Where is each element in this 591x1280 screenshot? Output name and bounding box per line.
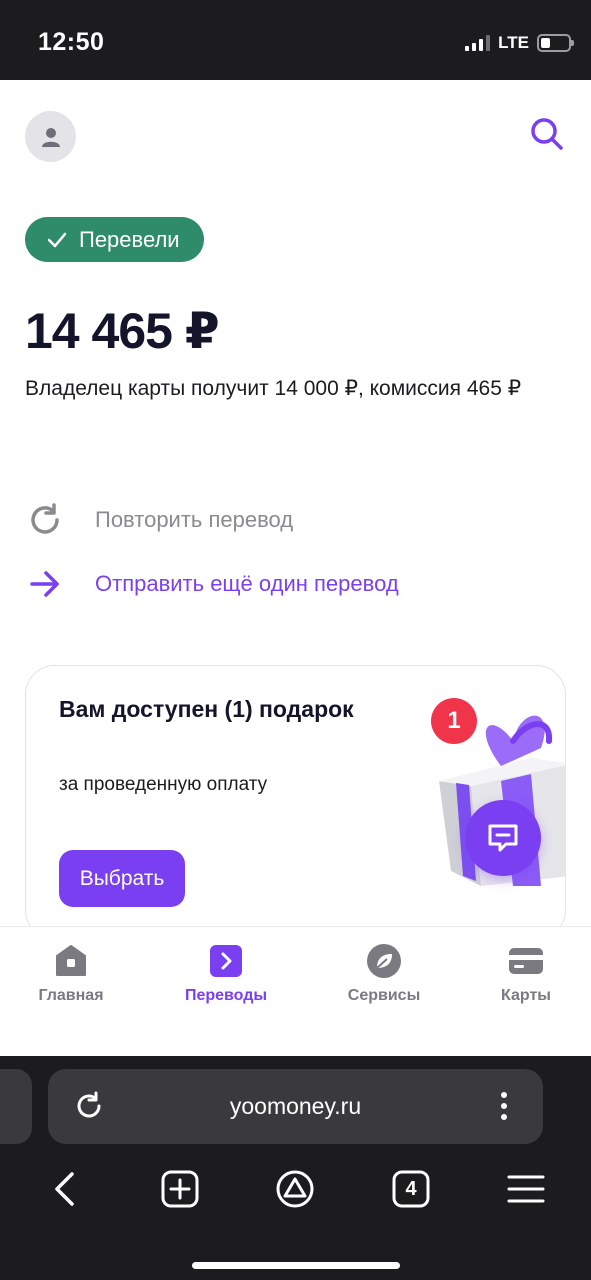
previous-tab-preview[interactable] [0, 1069, 32, 1144]
status-bar: 12:50 LTE [0, 0, 591, 80]
back-icon[interactable] [39, 1164, 89, 1214]
bottom-tab-bar: Главная Переводы Сервисы Карты [0, 926, 591, 1056]
status-text: Перевели [79, 226, 180, 252]
gift-card: Вам доступен (1) подарок за проведенную … [25, 665, 566, 940]
battery-icon [537, 34, 574, 52]
refresh-icon [25, 500, 65, 540]
send-another-transfer-label: Отправить ещё один перевод [95, 571, 399, 596]
choose-gift-button[interactable]: Выбрать [59, 850, 185, 907]
tab-transfers-label: Переводы [184, 987, 268, 1004]
tabs-count-button[interactable]: 4 [386, 1164, 436, 1214]
tab-home-label: Главная [38, 987, 104, 1004]
gift-title: Вам доступен (1) подарок [59, 696, 354, 722]
gift-count-badge: 1 [431, 698, 477, 744]
status-badge: Перевели [25, 217, 204, 262]
address-bar[interactable]: yoomoney.ru [48, 1069, 543, 1144]
tab-transfers[interactable]: Переводы [166, 941, 286, 1005]
tabs-count: 4 [405, 1177, 417, 1200]
tab-services[interactable]: Сервисы [324, 941, 444, 1005]
tab-home[interactable]: Главная [11, 941, 131, 1005]
arrow-right-icon [25, 564, 65, 604]
home-indicator [192, 1262, 400, 1269]
browser-toolbar: yoomoney.ru 4 [0, 1056, 591, 1280]
amount-description: Владелец карты получит 14 000 ₽, комисси… [25, 377, 522, 400]
chat-icon [488, 824, 518, 852]
tab-cards-label: Карты [501, 987, 551, 1004]
repeat-transfer-label: Повторить перевод [95, 507, 294, 532]
services-icon [364, 941, 404, 981]
signal-icon [465, 35, 491, 51]
send-another-transfer-button[interactable]: Отправить ещё один перевод [25, 564, 399, 604]
search-icon[interactable] [527, 114, 567, 154]
tab-cards[interactable]: Карты [466, 941, 586, 1005]
gift-subtitle: за проведенную оплату [59, 774, 268, 795]
tab-services-label: Сервисы [347, 987, 421, 1004]
chat-button[interactable] [465, 800, 541, 876]
transfer-amount: 14 465 ₽ [25, 303, 220, 359]
clock: 12:50 [38, 28, 105, 56]
user-icon[interactable] [25, 111, 76, 162]
new-tab-icon[interactable] [155, 1164, 205, 1214]
alice-assistant-icon[interactable] [270, 1164, 320, 1214]
url-text: yoomoney.ru [229, 1093, 362, 1119]
check-icon [47, 232, 67, 247]
page-content: Перевели 14 465 ₽ Владелец карты получит… [0, 80, 591, 1056]
transfers-icon [206, 941, 246, 981]
repeat-transfer-button[interactable]: Повторить перевод [25, 500, 293, 540]
card-icon [506, 941, 546, 981]
more-vertical-icon[interactable] [485, 1087, 523, 1125]
network-type: LTE [498, 33, 529, 52]
menu-icon[interactable] [501, 1164, 551, 1214]
home-icon [51, 941, 91, 981]
